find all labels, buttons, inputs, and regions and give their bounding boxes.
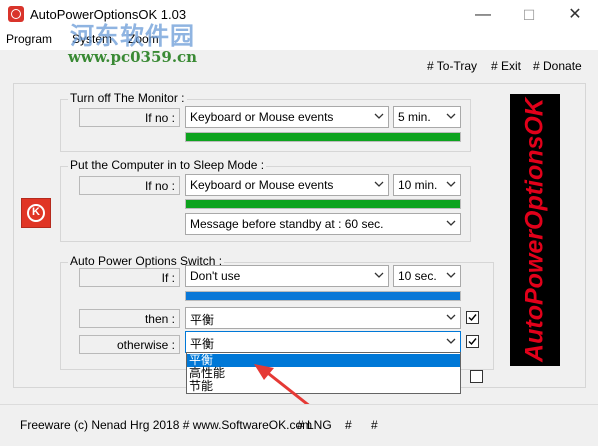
sleep-progress-bar	[185, 199, 461, 209]
otherwise-plan-select[interactable]: 平衡	[185, 331, 461, 353]
close-button[interactable]: ✕	[552, 0, 598, 30]
sleep-event-select[interactable]: Keyboard or Mouse events	[185, 174, 389, 196]
brand-logo-text: AutoPowerOptionsOK	[520, 98, 549, 362]
maximize-button[interactable]: ☐	[506, 0, 552, 30]
checkmark-icon	[468, 338, 477, 346]
app-logo-icon	[8, 6, 24, 22]
watermark-title: 河东软件园	[70, 22, 195, 50]
donate-link[interactable]: # Donate	[533, 59, 582, 73]
otherwise-plan-value: 平衡	[190, 337, 215, 351]
standby-message-value: Message before standby at : 60 sec.	[190, 217, 384, 231]
then-plan-value: 平衡	[190, 313, 215, 327]
monitor-event-select[interactable]: Keyboard or Mouse events	[185, 106, 389, 128]
switch-progress-bar	[185, 291, 461, 301]
switch-condition-select[interactable]: Don't use	[185, 265, 389, 287]
chevron-down-icon	[374, 113, 384, 119]
otherwise-label: otherwise :	[79, 335, 180, 354]
switch-progress-fill	[186, 292, 460, 300]
monitor-time-value: 5 min.	[398, 110, 431, 124]
minimize-button[interactable]: —	[460, 0, 506, 30]
menu-program[interactable]: Program	[6, 32, 52, 46]
switch-time-value: 10 sec.	[398, 269, 437, 283]
watermark-url: www.pc0359.cn	[68, 48, 198, 66]
sleep-time-value: 10 min.	[398, 178, 438, 192]
to-tray-link[interactable]: # To-Tray	[427, 59, 477, 73]
switch-condition-value: Don't use	[190, 269, 241, 283]
switch-if-label: If :	[79, 268, 180, 287]
sleep-if-label: If no :	[79, 176, 180, 195]
brand-logo: AutoPowerOptionsOK	[510, 94, 560, 366]
sleep-event-value: Keyboard or Mouse events	[190, 178, 334, 192]
switch-time-select[interactable]: 10 sec.	[393, 265, 461, 287]
footer: Freeware (c) Nenad Hrg 2018 # www.Softwa…	[0, 404, 598, 446]
chevron-down-icon	[446, 272, 456, 278]
footer-link-1[interactable]: #	[345, 418, 352, 432]
sleep-progress-fill	[186, 200, 460, 208]
exit-link[interactable]: # Exit	[491, 59, 521, 73]
sleep-group-title: Put the Computer in to Sleep Mode :	[68, 158, 267, 172]
chevron-down-icon	[446, 338, 456, 344]
language-link[interactable]: # LNG	[297, 418, 332, 432]
monitor-progress-bar	[185, 132, 461, 142]
copyright-text[interactable]: Freeware (c) Nenad Hrg 2018 # www.Softwa…	[20, 418, 312, 432]
app-window: AutoPowerOptionsOK 1.03 — ☐ ✕ Program Sy…	[0, 0, 598, 446]
monitor-if-label: If no :	[79, 108, 180, 127]
checkmark-icon	[468, 314, 477, 322]
standby-message-select[interactable]: Message before standby at : 60 sec.	[185, 213, 461, 235]
monitor-time-select[interactable]: 5 min.	[393, 106, 461, 128]
then-plan-select[interactable]: 平衡	[185, 307, 461, 329]
chevron-down-icon	[374, 181, 384, 187]
then-label: then :	[79, 309, 180, 328]
otherwise-checkbox[interactable]	[466, 335, 479, 348]
monitor-progress-fill	[186, 133, 460, 141]
app-logo-icon-large: K	[21, 198, 51, 228]
then-checkbox[interactable]	[466, 311, 479, 324]
chevron-down-icon	[446, 181, 456, 187]
monitor-group-title: Turn off The Monitor :	[68, 91, 187, 105]
chevron-down-icon	[374, 272, 384, 278]
chevron-down-icon	[446, 220, 456, 226]
chevron-down-icon	[446, 314, 456, 320]
footer-link-2[interactable]: #	[371, 418, 378, 432]
extra-checkbox[interactable]	[470, 370, 483, 383]
sleep-time-select[interactable]: 10 min.	[393, 174, 461, 196]
chevron-down-icon	[446, 113, 456, 119]
monitor-event-value: Keyboard or Mouse events	[190, 110, 334, 124]
